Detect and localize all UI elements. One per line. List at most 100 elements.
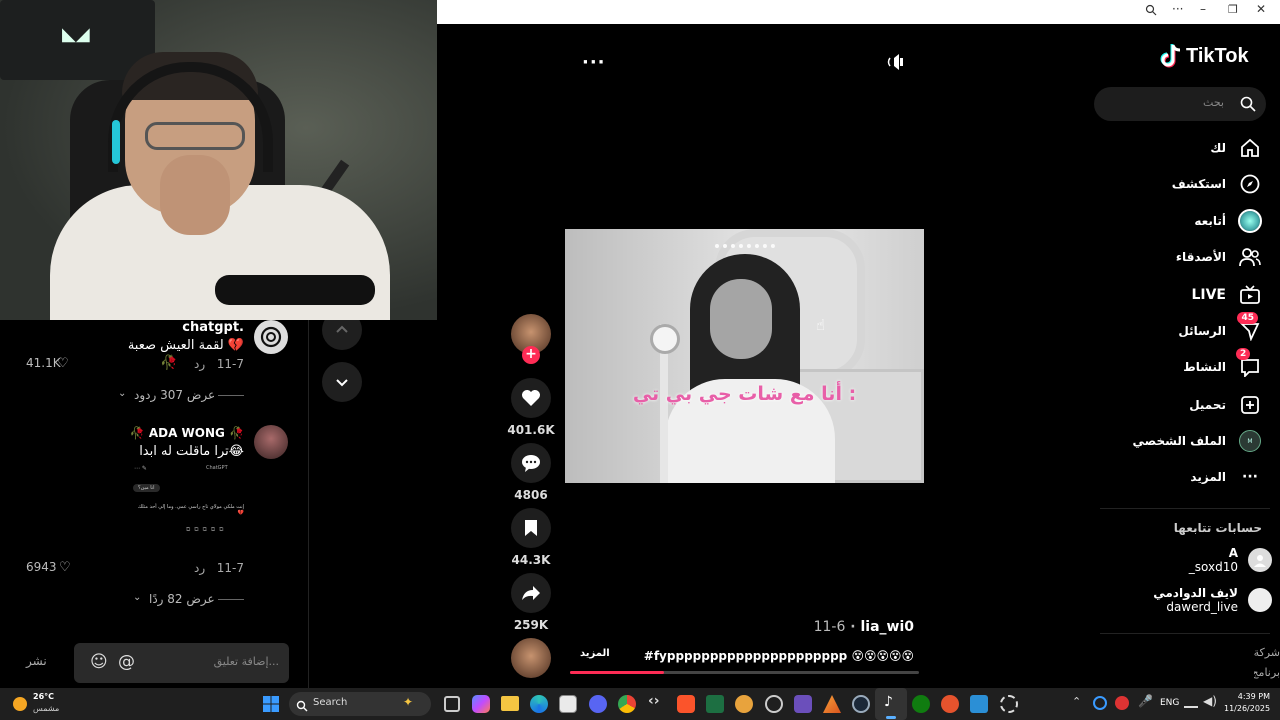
video-options-icon[interactable]: ··· — [582, 52, 606, 73]
following-account-name: A — [1228, 546, 1238, 560]
webcam-hand — [160, 155, 230, 235]
share-button[interactable] — [511, 573, 551, 613]
footer-link-program[interactable]: برنامج — [1254, 666, 1280, 680]
video-author-line[interactable]: 11-6 · lia_wi0 — [814, 619, 914, 635]
photos-icon[interactable] — [970, 695, 988, 713]
tray-wifi-icon[interactable] — [1184, 696, 1198, 708]
default-user-icon — [1254, 555, 1266, 567]
tiktok-taskbar-button[interactable]: ♪ — [875, 688, 907, 720]
follow-plus-icon[interactable]: + — [522, 346, 540, 364]
excel-icon[interactable] — [706, 695, 724, 713]
copilot-icon[interactable] — [472, 695, 490, 713]
video-progress-track[interactable] — [570, 671, 919, 674]
webcam-glasses — [145, 122, 245, 150]
search-icon[interactable] — [1240, 96, 1256, 116]
app-badge-icon[interactable] — [735, 695, 753, 713]
active-indicator — [886, 716, 896, 719]
following-account-row[interactable]: A _soxd10 — [1189, 546, 1272, 574]
weather-sun-icon — [13, 697, 27, 711]
sidebar-item-more[interactable]: المزيد ··· — [1190, 462, 1262, 492]
sidebar-item-upload[interactable]: تحميل — [1189, 390, 1262, 420]
like-button[interactable] — [511, 378, 551, 418]
close-icon[interactable]: ✕ — [1256, 2, 1266, 16]
xbox-icon[interactable] — [912, 695, 930, 713]
steam-icon[interactable] — [852, 695, 870, 713]
chevron-down-icon[interactable]: ⌄ — [133, 592, 141, 603]
tray-overflow-icon[interactable]: ⌃ — [1072, 695, 1081, 708]
sidebar-item-explore[interactable]: استكشف — [1172, 169, 1262, 199]
tiktok-logo[interactable]: TikTok — [1160, 44, 1249, 68]
comment-button[interactable] — [511, 443, 551, 483]
file-explorer-icon[interactable] — [501, 696, 519, 711]
settings-icon[interactable] — [1000, 695, 1018, 713]
emoji-icon[interactable]: ☺ — [90, 652, 108, 672]
zoom-icon[interactable] — [1145, 4, 1157, 19]
mention-icon[interactable]: @ — [118, 652, 135, 672]
tray-volume-icon[interactable]: ◀) — [1203, 694, 1217, 708]
view-replies-button[interactable]: عرض 82 ردًا — [149, 592, 215, 606]
following-account-row[interactable]: لايف الدوادمي dawerd_live — [1153, 586, 1272, 614]
tray-onedrive-icon[interactable] — [1093, 696, 1107, 710]
vlc-icon[interactable] — [823, 695, 841, 713]
sidebar-item-friends[interactable]: الأصدقاء — [1176, 242, 1262, 272]
discord-icon[interactable] — [589, 695, 607, 713]
sidebar-item-messages[interactable]: الرسائل 45 — [1178, 312, 1262, 346]
comment-text: لقمة العيش صعبة 💔 — [127, 338, 244, 353]
comment-avatar-adawong[interactable] — [254, 425, 288, 459]
windows-taskbar: 26°C مشمس Search ✦ ‹› ♪ ⌃ 🎤 ENG ◀) 4:39 … — [0, 688, 1280, 720]
comment-image-attachment[interactable]: ChatGPT ⋯ ✎ انا مين؟ إنت ملكي مولاي تاج … — [128, 460, 244, 540]
obs-icon[interactable] — [794, 695, 812, 713]
reply-button[interactable]: رد — [194, 561, 205, 575]
attachment-line: إنت ملكي مولاي تاج راسي عمي. وما إلي أحد… — [137, 504, 244, 516]
store-icon[interactable] — [559, 695, 577, 713]
sidebar-item-live[interactable]: LIVE — [1191, 280, 1262, 310]
comment-author[interactable]: chatgpt. — [182, 320, 244, 335]
heart-outline-icon[interactable]: ♡ — [57, 356, 69, 371]
comment-input[interactable]: إضافة تعليق... @ ☺ — [74, 643, 289, 683]
attachment-app-name: ChatGPT — [206, 465, 228, 471]
tray-time[interactable]: 4:39 PM — [1224, 692, 1270, 701]
search-input[interactable]: بحث — [1094, 87, 1266, 121]
webcam-logo: ◣◢ — [62, 24, 90, 45]
bookmark-icon — [525, 520, 537, 536]
reply-button[interactable]: رد — [194, 357, 205, 371]
show-more-button[interactable]: المزيد — [580, 648, 610, 659]
restore-icon[interactable]: ❐ — [1228, 3, 1238, 16]
profile-avatar-icon: M — [1238, 429, 1262, 453]
tray-mic-icon[interactable]: 🎤 — [1138, 694, 1153, 708]
minimize-icon[interactable]: – — [1200, 2, 1206, 16]
comment-input-placeholder: إضافة تعليق... — [213, 655, 279, 668]
sidebar-item-following[interactable]: أتابعه — [1194, 206, 1262, 236]
weather-temp[interactable]: 26°C — [33, 692, 54, 701]
taskbar-search[interactable]: Search ✦ — [289, 692, 431, 716]
view-replies-button[interactable]: عرض 307 ردود — [134, 388, 215, 402]
volume-icon[interactable] — [887, 53, 907, 75]
tray-date[interactable]: 11/26/2025 — [1224, 704, 1270, 713]
more-icon[interactable]: ··· — [1172, 2, 1183, 16]
save-button[interactable] — [511, 508, 551, 548]
capcut-icon[interactable]: ‹› — [648, 693, 660, 709]
video-player[interactable]: أنا مع شات جي بي تي : — [565, 229, 924, 483]
comment-author[interactable]: 🥀 ADA WONG 🥀 — [130, 426, 244, 440]
music-disc-avatar[interactable] — [511, 638, 551, 678]
sidebar-item-foryou[interactable]: لك — [1210, 133, 1262, 163]
sidebar-item-activity[interactable]: النشاط 2 — [1183, 348, 1262, 382]
task-view-icon[interactable] — [444, 696, 460, 712]
comment-avatar-chatgpt[interactable] — [254, 320, 288, 354]
github-desktop-icon[interactable] — [765, 695, 783, 713]
chrome-icon[interactable] — [618, 695, 636, 713]
sidebar-item-profile[interactable]: الملف الشخصي M — [1133, 426, 1262, 456]
chevron-down-icon[interactable]: ⌄ — [118, 388, 126, 399]
video-author[interactable]: lia_wi0 — [860, 619, 914, 635]
tray-language[interactable]: ENG — [1160, 698, 1179, 708]
post-comment-button[interactable]: نشر — [26, 654, 47, 668]
brave-icon[interactable] — [677, 695, 695, 713]
heart-outline-icon[interactable]: ♡ — [59, 560, 71, 575]
sidebar-item-label: النشاط — [1183, 360, 1226, 374]
footer-link-company[interactable]: شركة — [1254, 646, 1280, 659]
edge-icon[interactable] — [530, 695, 548, 713]
tray-app-icon[interactable] — [1115, 696, 1129, 710]
next-video-button[interactable] — [322, 362, 362, 402]
origin-icon[interactable] — [941, 695, 959, 713]
windows-start-icon[interactable] — [263, 696, 279, 716]
